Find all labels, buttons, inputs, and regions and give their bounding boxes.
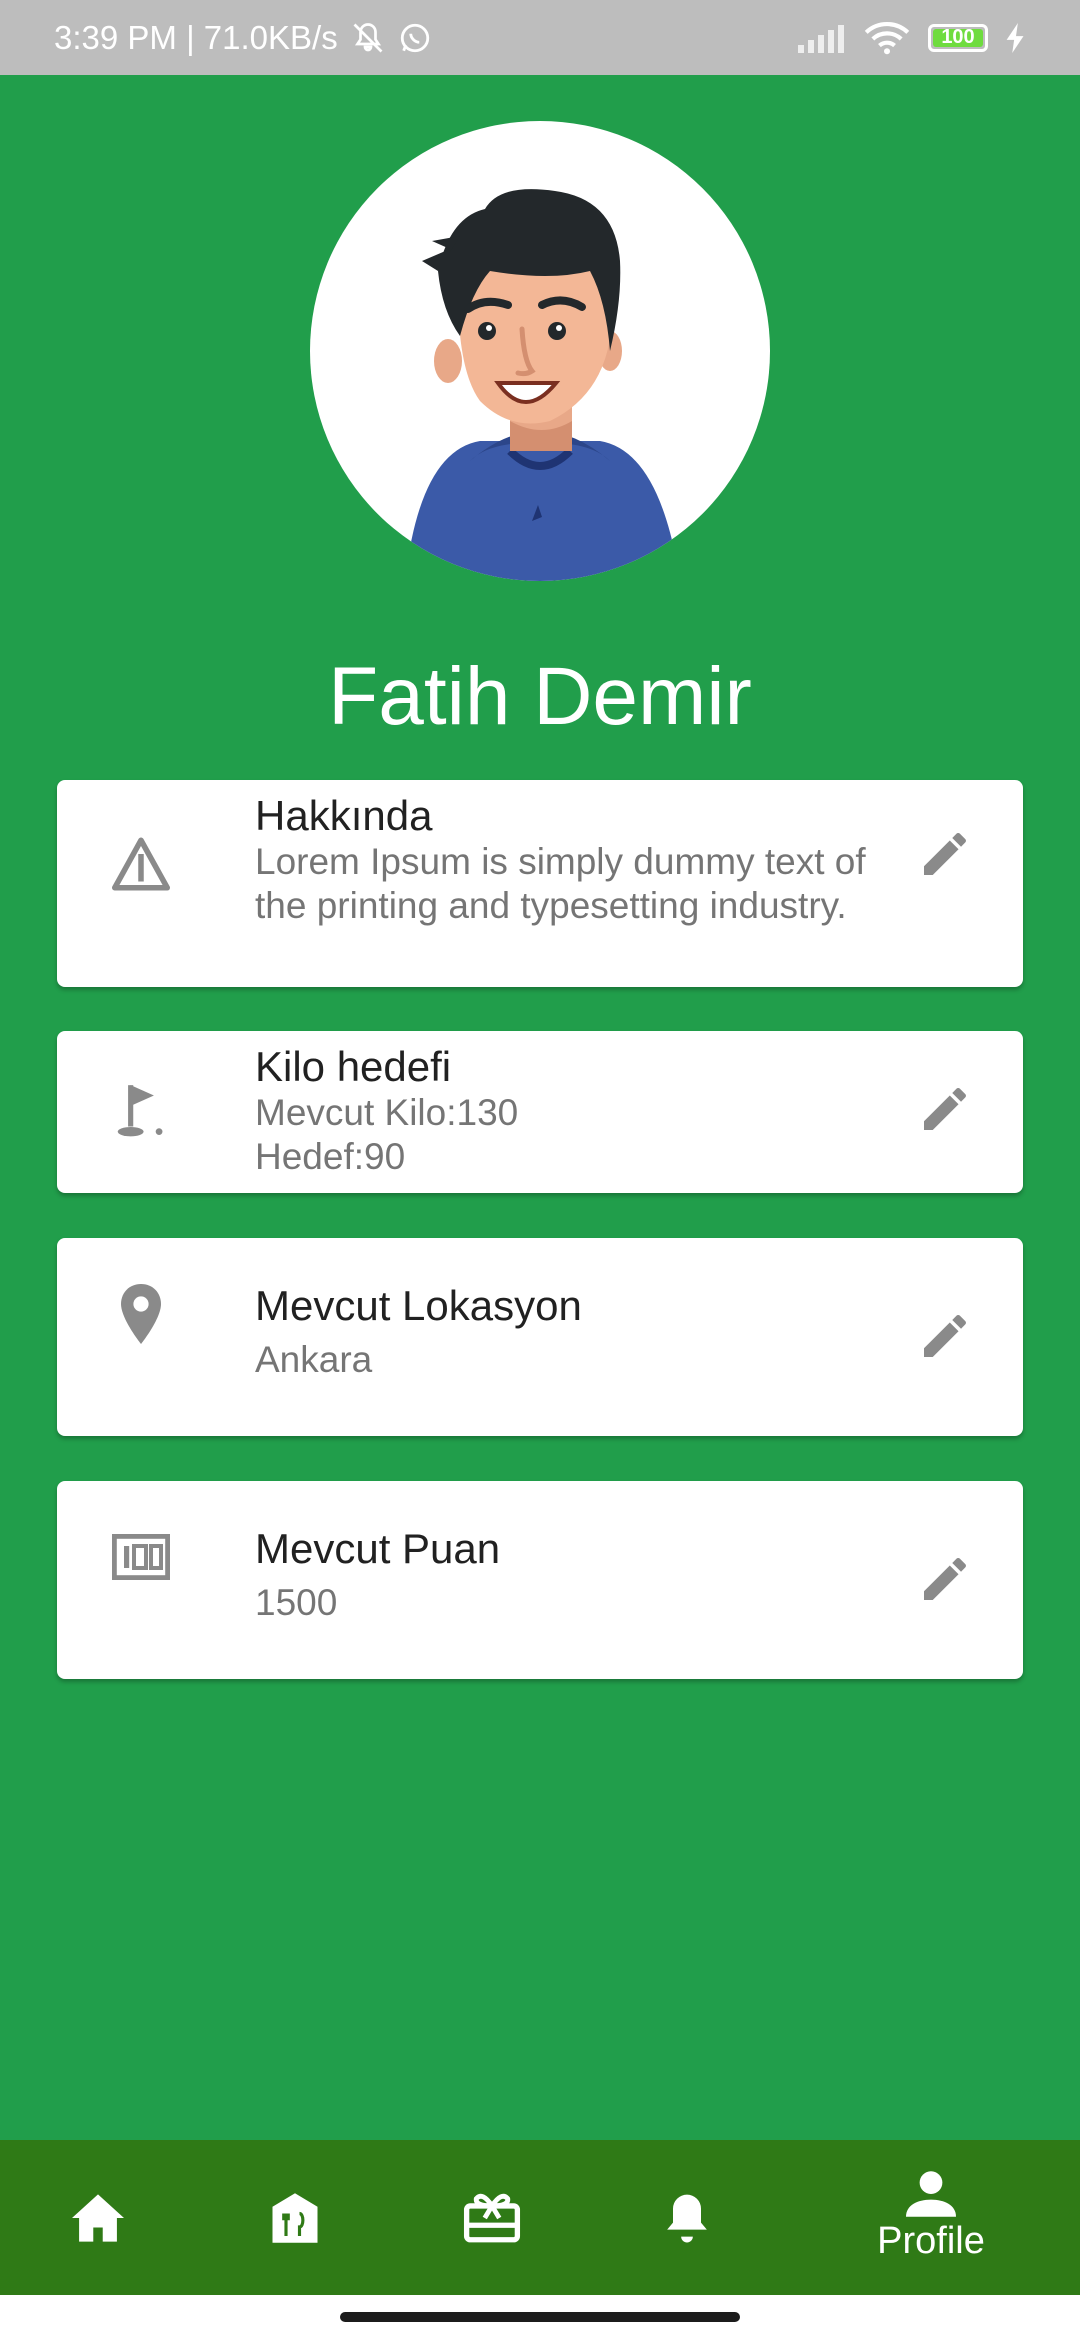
pencil-icon [924,1557,966,1600]
gift-card-icon [463,2193,521,2242]
edit-score-button[interactable] [909,1543,981,1615]
score-value: 1500 [255,1582,338,1623]
golf-flag-icon [105,1075,177,1147]
location-pin-icon [105,1278,177,1350]
nav-home[interactable] [28,2140,168,2295]
signal-icon [796,23,846,53]
pencil-icon [924,1314,966,1357]
about-text: Lorem Ipsum is simply dummy text of the … [255,841,866,926]
nav-notifications[interactable] [617,2140,757,2295]
about-card-body: Hakkında Lorem Ipsum is simply dummy tex… [255,792,883,928]
restaurant-icon [272,2192,318,2243]
location-body: Mevcut Lokasyon Ankara [255,1282,883,1382]
cartoon-man-avatar [405,189,680,581]
nav-gift-card[interactable] [422,2140,562,2295]
location-card[interactable]: Mevcut Lokasyon Ankara [57,1238,1023,1436]
edit-about-button[interactable] [909,818,981,890]
profile-name: Fatih Demir [328,651,752,742]
home-icon [72,2193,124,2242]
edit-location-button[interactable] [909,1300,981,1372]
score-body: Mevcut Puan 1500 [255,1525,883,1625]
home-indicator[interactable] [340,2312,740,2322]
target-weight: Hedef:90 [255,1136,406,1177]
about-title: Hakkında [255,792,433,839]
profile-avatar[interactable] [310,121,770,581]
weight-goal-card[interactable]: Kilo hedefi Mevcut Kilo:130 Hedef:90 [57,1031,1023,1193]
location-title: Mevcut Lokasyon [255,1282,582,1329]
about-card[interactable]: Hakkında Lorem Ipsum is simply dummy tex… [57,780,1023,987]
bottom-navigation: Profile [0,2140,1080,2295]
status-right: 100 [796,21,1026,55]
score-title: Mevcut Puan [255,1525,501,1572]
status-time-speed: 3:39 PM | 71.0KB/s [54,18,338,56]
battery-icon: 100 [928,23,988,52]
nav-profile-label: Profile [877,2220,985,2262]
battery-level: 100 [941,26,975,48]
edit-weight-goal-button[interactable] [909,1073,981,1145]
person-icon [906,2171,956,2217]
muted-bell-icon [348,20,388,56]
warning-triangle-icon [105,828,177,900]
current-weight: Mevcut Kilo:130 [255,1092,519,1133]
bell-icon [667,2194,707,2242]
nav-profile[interactable]: Profile [861,2140,1001,2295]
weight-goal-title: Kilo hedefi [255,1043,452,1090]
wifi-icon [864,21,910,55]
score-card[interactable]: Mevcut Puan 1500 [57,1481,1023,1679]
status-left: 3:39 PM | 71.0KB/s [54,19,432,57]
nav-restaurant[interactable] [225,2140,365,2295]
pencil-icon [924,832,966,875]
status-bar: 3:39 PM | 71.0KB/s 100 [0,0,1080,75]
score-100-icon [105,1521,177,1593]
weight-goal-body: Kilo hedefi Mevcut Kilo:130 Hedef:90 [255,1043,883,1179]
charging-icon [1006,22,1026,53]
location-value: Ankara [255,1339,373,1380]
whatsapp-icon [398,21,432,55]
pencil-icon [924,1087,966,1130]
